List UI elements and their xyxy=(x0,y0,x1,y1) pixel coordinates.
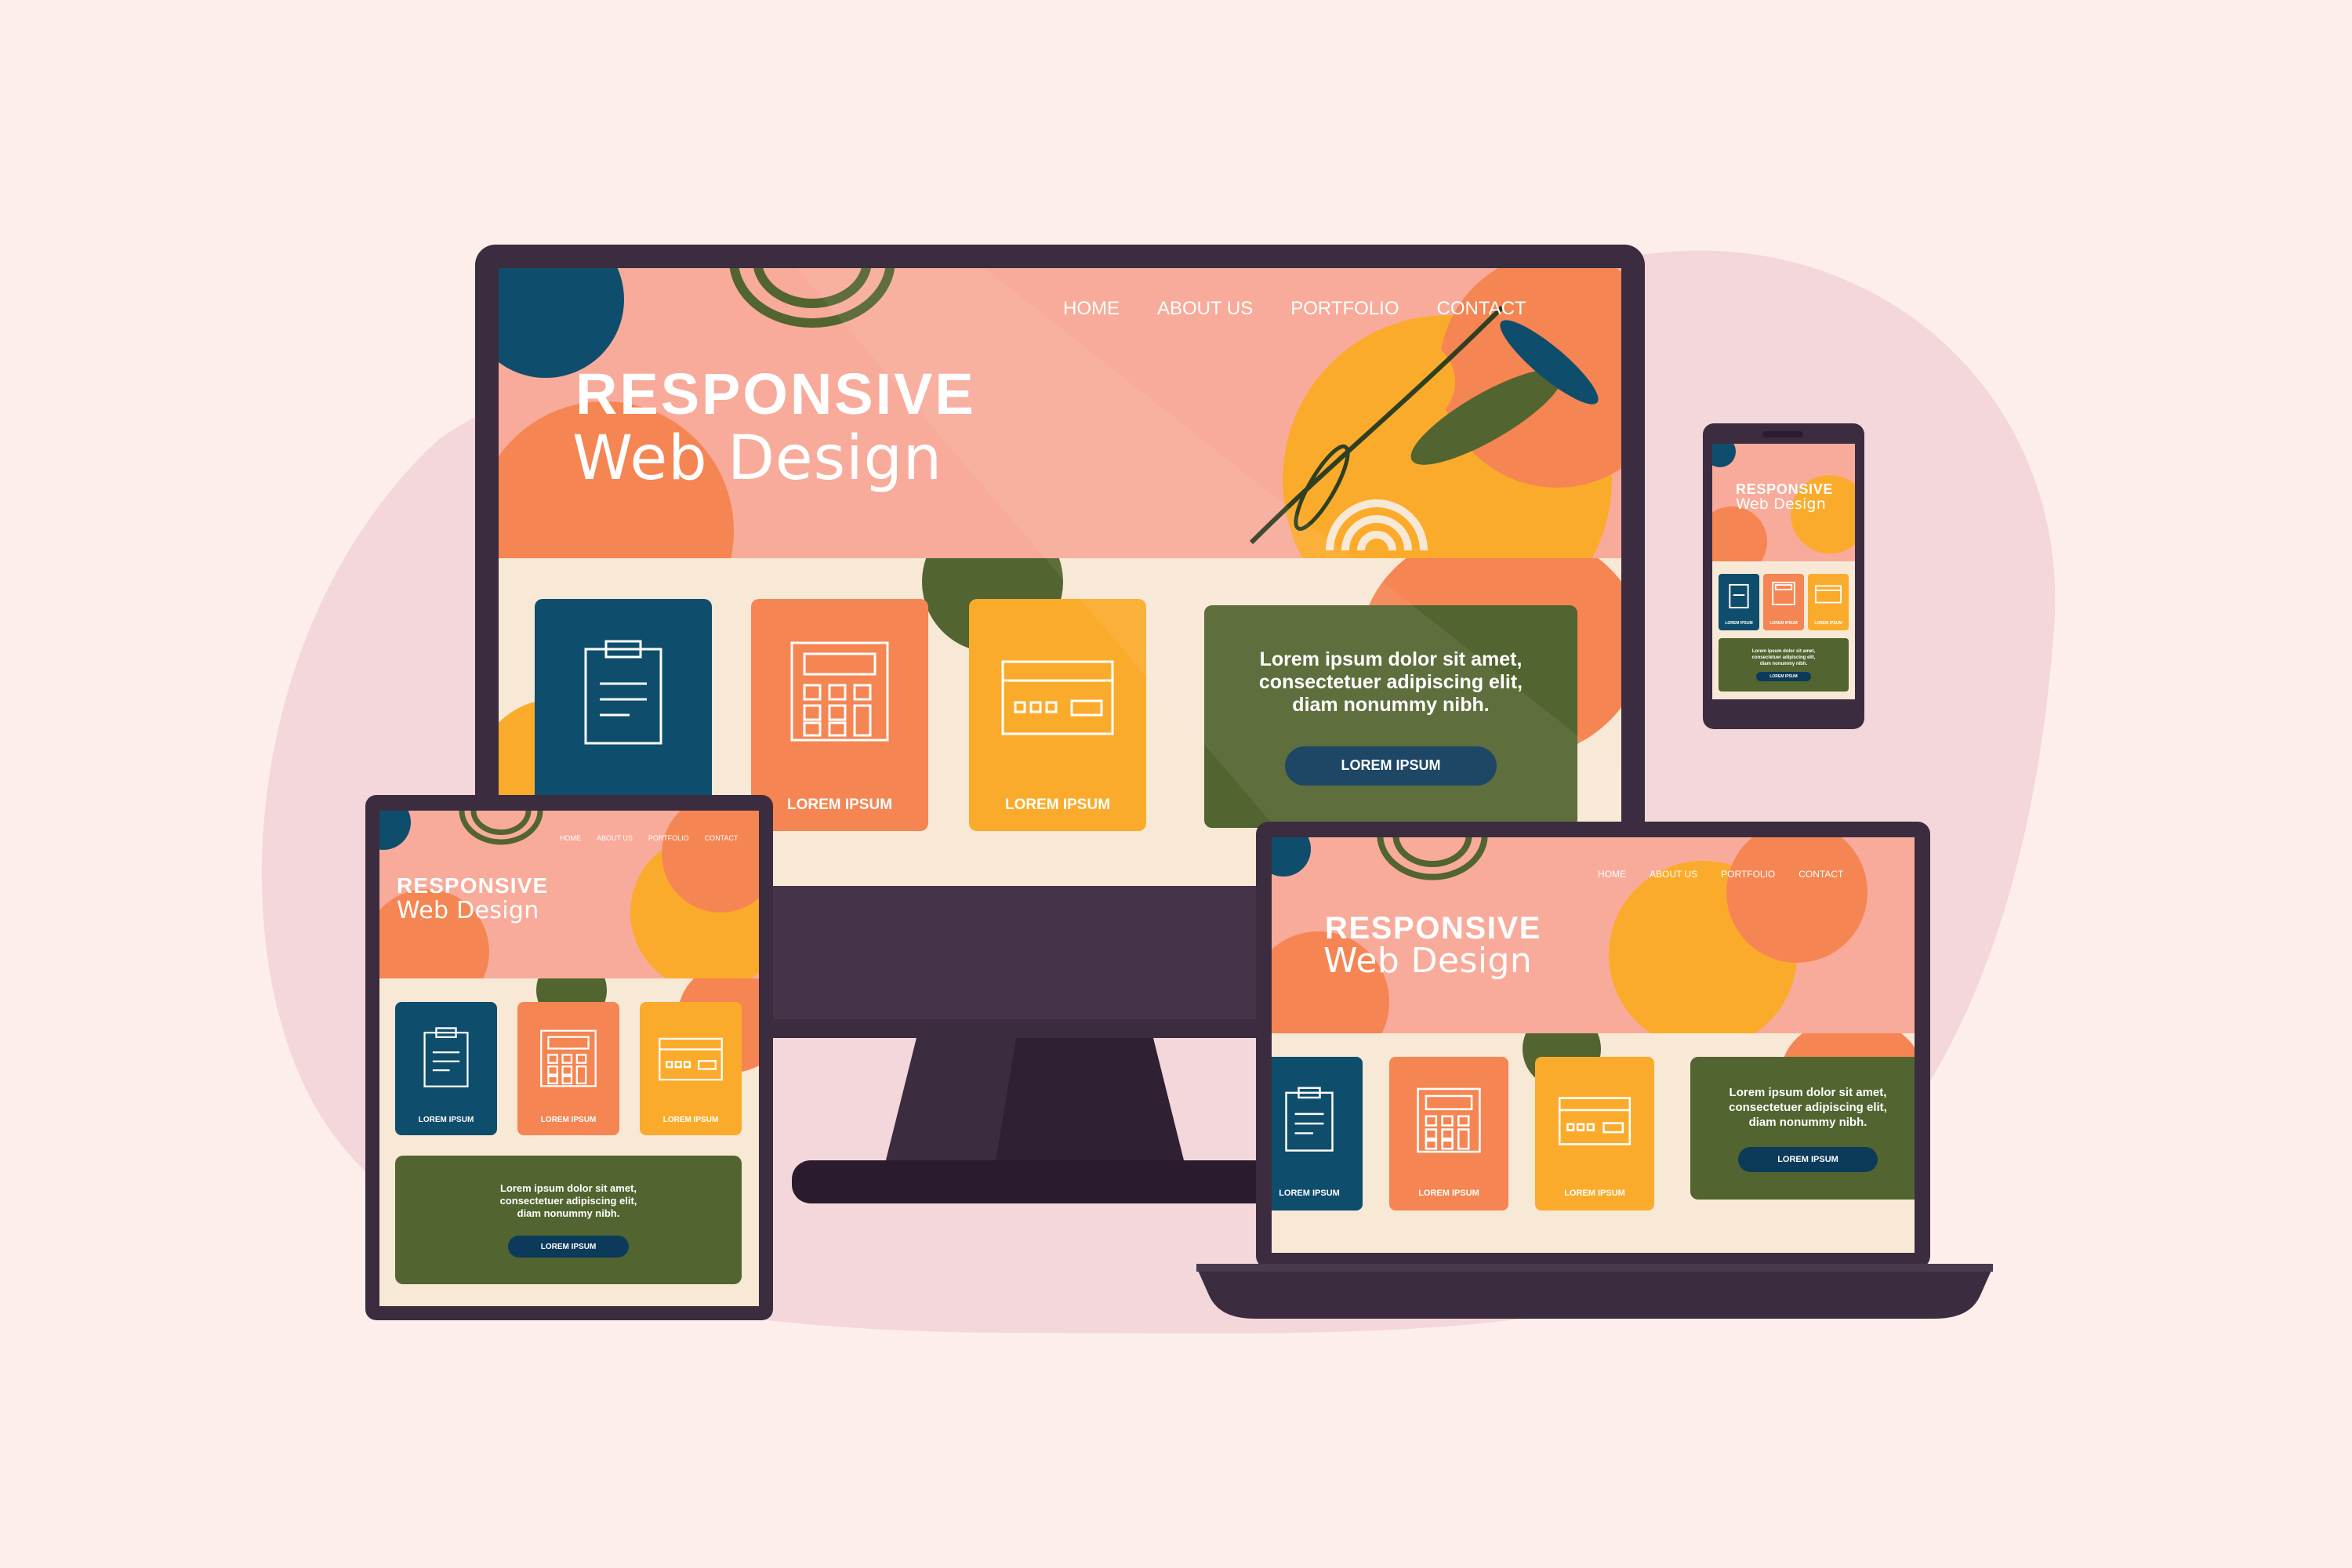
nav-portfolio[interactable]: PORTFOLIO xyxy=(648,834,689,842)
nav-contact[interactable]: CONTACT xyxy=(1798,869,1843,880)
hero-title-light: Web Design xyxy=(1323,941,1533,981)
card-label: LOREM IPSUM xyxy=(1418,1189,1479,1198)
tablet-screen: RESPONSIVE Web Design HOME ABOUT US PORT… xyxy=(379,811,759,1306)
card-credit-card[interactable]: LOREM IPSUM xyxy=(1808,574,1849,630)
lorem-ipsum-button[interactable]: LOREM IPSUM xyxy=(1756,672,1811,681)
info-panel: Lorem ipsum dolor sit amet, consectetuer… xyxy=(1690,1057,1915,1200)
info-text: Lorem ipsum dolor sit amet, consectetuer… xyxy=(1751,649,1816,666)
nav-home[interactable]: HOME xyxy=(560,834,581,842)
nav-about-us[interactable]: ABOUT US xyxy=(597,834,633,842)
card-label: LOREM IPSUM xyxy=(1725,621,1753,626)
info-text: Lorem ipsum dolor sit amet, consectetuer… xyxy=(499,1182,637,1219)
card-label: LOREM IPSUM xyxy=(1564,1189,1625,1198)
calculator-icon xyxy=(540,1029,597,1087)
clipboard-icon xyxy=(423,1027,469,1087)
card-label: LOREM IPSUM xyxy=(1279,1189,1340,1198)
card-calculator[interactable]: LOREM IPSUM xyxy=(1763,574,1804,630)
card-label: LOREM IPSUM xyxy=(1769,621,1798,626)
lorem-ipsum-button[interactable]: LOREM IPSUM xyxy=(1738,1146,1878,1172)
laptop-base xyxy=(1196,1264,1993,1319)
info-text: Lorem ipsum dolor sit amet, consectetuer… xyxy=(1729,1085,1887,1129)
card-calculator[interactable]: LOREM IPSUM xyxy=(517,1002,619,1135)
phone-speaker xyxy=(1762,431,1803,437)
laptop-screen: RESPONSIVE Web Design HOME ABOUT US PORT… xyxy=(1272,837,1915,1253)
nav-contact[interactable]: CONTACT xyxy=(705,834,739,842)
nav-portfolio[interactable]: PORTFOLIO xyxy=(1721,869,1775,880)
card-label: LOREM IPSUM xyxy=(1814,621,1842,626)
lorem-ipsum-button[interactable]: LOREM IPSUM xyxy=(508,1236,629,1258)
info-panel: Lorem ipsum dolor sit amet, consectetuer… xyxy=(395,1156,742,1284)
phone-screen: RESPONSIVE Web Design LOREM IPSUM LOREM … xyxy=(1712,444,1855,699)
nav-home[interactable]: HOME xyxy=(1598,869,1626,880)
main-nav: HOME ABOUT US PORTFOLIO CONTACT xyxy=(1598,869,1843,880)
card-credit-card[interactable]: LOREM IPSUM xyxy=(1535,1057,1654,1210)
hero-title-light: Web Design xyxy=(1736,495,1826,513)
card-clipboard[interactable]: LOREM IPSUM xyxy=(1272,1057,1363,1210)
arc-decoration xyxy=(1377,837,1488,880)
info-panel: Lorem ipsum dolor sit amet, consectetuer… xyxy=(1719,638,1849,691)
card-clipboard[interactable]: LOREM IPSUM xyxy=(395,1002,497,1135)
card-calculator[interactable]: LOREM IPSUM xyxy=(1389,1057,1508,1210)
clipboard-icon xyxy=(1285,1087,1334,1152)
clipboard-icon xyxy=(1729,583,1749,608)
card-label: LOREM IPSUM xyxy=(662,1116,719,1124)
hero-title-light: Web Design xyxy=(397,897,539,924)
calculator-icon xyxy=(1417,1087,1481,1153)
card-credit-card[interactable]: LOREM IPSUM xyxy=(640,1002,742,1135)
card-clipboard[interactable]: LOREM IPSUM xyxy=(1719,574,1759,630)
nav-about-us[interactable]: ABOUT US xyxy=(1650,869,1697,880)
card-label: LOREM IPSUM xyxy=(540,1116,597,1124)
credit-card-icon xyxy=(1558,1097,1632,1145)
credit-card-icon xyxy=(659,1037,723,1081)
hero-title-bold: RESPONSIVE xyxy=(397,873,549,898)
credit-card-icon xyxy=(1815,585,1842,604)
main-nav: HOME ABOUT US PORTFOLIO CONTACT xyxy=(560,834,739,842)
calculator-icon xyxy=(1772,582,1795,605)
arc-decoration xyxy=(459,811,543,845)
card-label: LOREM IPSUM xyxy=(418,1116,474,1124)
